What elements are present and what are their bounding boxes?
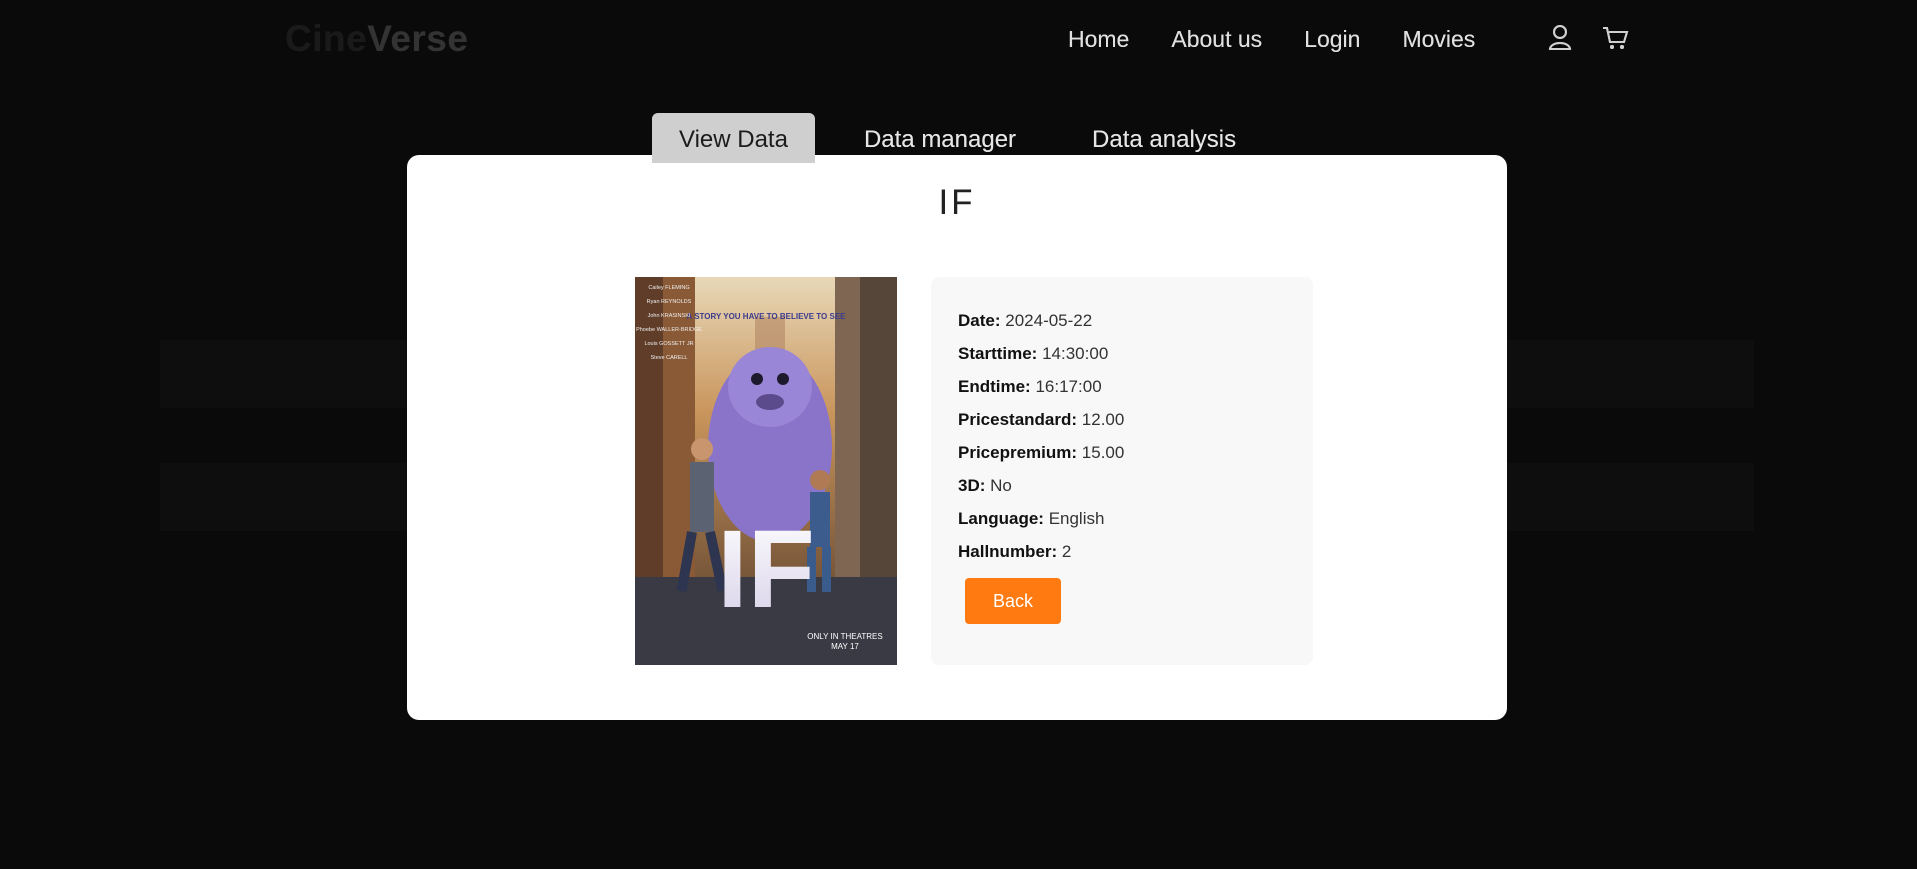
movie-detail-modal: IF IF A STORY YOU HAVE TO BELIEVE TO SEE… — [407, 155, 1507, 720]
detail-pricestandard: Pricestandard: 12.00 — [958, 403, 1124, 436]
brand-logo[interactable]: CineVerse — [285, 18, 468, 60]
detail-label: Pricepremium: — [958, 443, 1078, 462]
poster-cast-name: Cailey FLEMING — [648, 285, 689, 291]
nav-link-about[interactable]: About us — [1171, 26, 1262, 53]
tab-data-manager[interactable]: Data manager — [837, 113, 1043, 163]
poster-footer-line2: MAY 17 — [831, 642, 859, 651]
detail-starttime: Starttime: 14:30:00 — [958, 337, 1124, 370]
detail-language: Language: English — [958, 502, 1124, 535]
nav-link-home[interactable]: Home — [1068, 26, 1129, 53]
poster-cast-name: Phoebe WALLER-BRIDGE — [636, 327, 702, 333]
detail-label: 3D: — [958, 476, 986, 495]
modal-title: IF — [938, 183, 976, 222]
nav-link-movies[interactable]: Movies — [1402, 26, 1475, 53]
poster-cast-name: Steve CARELL — [651, 355, 688, 361]
detail-value: 15.00 — [1081, 443, 1125, 462]
poster-tagline: A STORY YOU HAVE TO BELIEVE TO SEE — [686, 312, 846, 321]
detail-value: 2024-05-22 — [1005, 311, 1093, 330]
poster-cast-name: Louis GOSSETT JR — [644, 341, 693, 347]
tab-view-data[interactable]: View Data — [652, 113, 815, 163]
poster-artwork: IF A STORY YOU HAVE TO BELIEVE TO SEE Ca… — [635, 277, 897, 665]
movie-details-list: Date: 2024-05-22 Starttime: 14:30:00 End… — [958, 304, 1124, 568]
detail-value: 14:30:00 — [1042, 344, 1109, 363]
brand-part2: Verse — [367, 18, 469, 59]
movie-info-panel: Date: 2024-05-22 Starttime: 14:30:00 End… — [931, 277, 1313, 665]
movie-poster: IF A STORY YOU HAVE TO BELIEVE TO SEE Ca… — [635, 277, 897, 665]
brand-part1: Cine — [285, 18, 368, 59]
poster-cast-name: John KRASINSKI — [648, 313, 691, 319]
tab-data-analysis[interactable]: Data analysis — [1065, 113, 1263, 163]
detail-label: Endtime: — [958, 377, 1031, 396]
detail-pricepremium: Pricepremium: 15.00 — [958, 436, 1124, 469]
cart-icon[interactable] — [1600, 22, 1630, 52]
nav-link-login[interactable]: Login — [1304, 26, 1360, 53]
back-button[interactable]: Back — [965, 578, 1061, 624]
poster-title: IF — [717, 508, 815, 631]
detail-value: 16:17:00 — [1035, 377, 1102, 396]
detail-value: 2 — [1061, 542, 1072, 561]
detail-date: Date: 2024-05-22 — [958, 304, 1124, 337]
detail-label: Language: — [958, 509, 1044, 528]
tab-bar: View Data Data manager Data analysis — [652, 113, 1263, 163]
poster-cast-name: Ryan REYNOLDS — [647, 299, 692, 305]
detail-value: No — [990, 476, 1012, 495]
nav-links: Home About us Login Movies — [1068, 26, 1475, 53]
detail-label: Hallnumber: — [958, 542, 1058, 561]
detail-label: Starttime: — [958, 344, 1038, 363]
detail-hallnumber: Hallnumber: 2 — [958, 535, 1124, 568]
detail-endtime: Endtime: 16:17:00 — [958, 370, 1124, 403]
detail-value: English — [1048, 509, 1105, 528]
detail-3d: 3D: No — [958, 469, 1124, 502]
detail-label: Pricestandard: — [958, 410, 1078, 429]
user-icon[interactable] — [1545, 22, 1575, 52]
navbar: CineVerse Home About us Login Movies — [0, 0, 1917, 84]
detail-label: Date: — [958, 311, 1001, 330]
detail-value: 12.00 — [1081, 410, 1125, 429]
poster-footer-line1: ONLY IN THEATRES — [807, 632, 882, 641]
